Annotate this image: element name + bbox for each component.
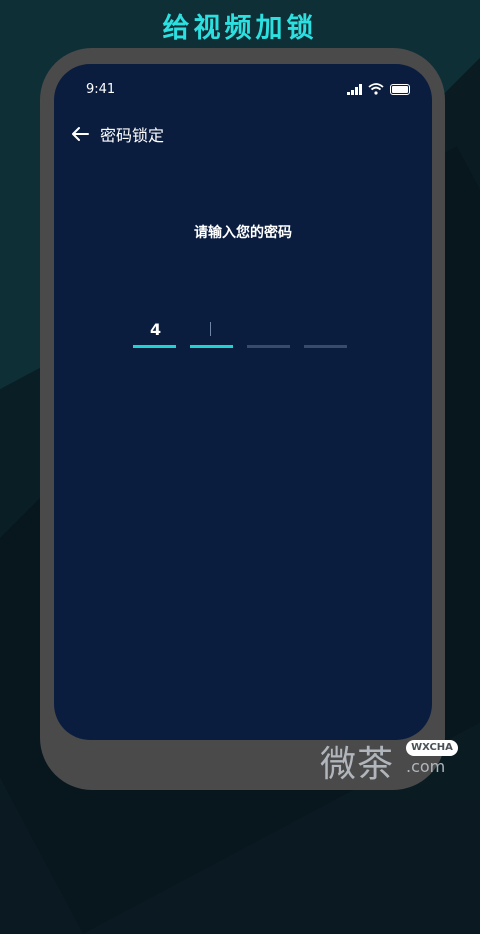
status-icons	[347, 83, 410, 95]
page-title: 密码锁定	[100, 126, 165, 145]
back-button[interactable]	[68, 122, 92, 146]
promo-title: 给视频加锁	[162, 13, 318, 44]
watermark-brand: 微茶	[320, 744, 395, 785]
phone-screen: 9:41 密码锁定 请输入您的密码 4	[54, 64, 432, 740]
pin-underline-1	[133, 345, 176, 348]
status-time: 9:41	[86, 82, 116, 97]
status-bar: 9:41	[54, 80, 432, 100]
wifi-icon	[368, 83, 384, 95]
arrow-left-icon	[72, 127, 89, 141]
pin-underline-4	[304, 345, 347, 348]
pin-digit-4[interactable]	[304, 316, 347, 348]
signal-icon	[347, 83, 362, 95]
watermark-domain: .com	[406, 757, 446, 776]
watermark-badge: WXCHA	[406, 740, 458, 756]
pin-underline-2	[190, 345, 233, 348]
pin-digit-2[interactable]	[190, 316, 233, 348]
pin-digit-3[interactable]	[247, 316, 290, 348]
battery-icon	[390, 83, 410, 95]
pin-digit-1[interactable]: 4	[133, 316, 176, 348]
pin-digit-1-value: 4	[150, 320, 162, 339]
pin-underline-3	[247, 345, 290, 348]
header: 密码锁定	[68, 120, 164, 148]
pin-prompt: 请输入您的密码	[194, 225, 292, 241]
text-caret	[210, 322, 211, 336]
pin-input[interactable]: 4	[133, 316, 347, 348]
